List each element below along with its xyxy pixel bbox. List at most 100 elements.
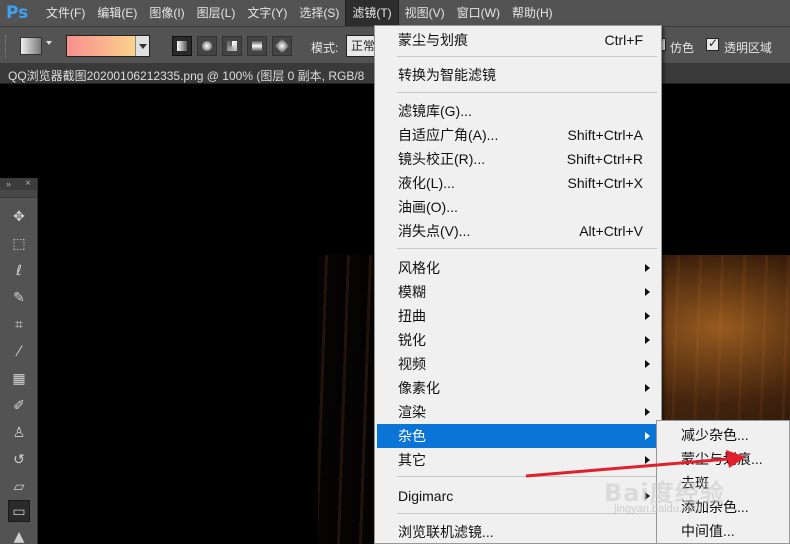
menu-view[interactable]: 视图(V): [399, 0, 451, 26]
menu-item-browse-filters-online[interactable]: 浏览联机滤镜...: [377, 520, 659, 544]
menu-select[interactable]: 选择(S): [293, 0, 345, 26]
submenu-arrow-icon: [645, 432, 650, 440]
menu-help[interactable]: 帮助(H): [506, 0, 559, 26]
transparency-label: 透明区域: [724, 41, 773, 55]
menu-separator: [397, 92, 657, 93]
submenu-item-label: 中间值...: [681, 523, 735, 539]
stamp-icon[interactable]: ♙: [8, 422, 30, 444]
menu-item-last-filter[interactable]: 蒙尘与划痕 Ctrl+F: [377, 28, 659, 52]
menu-item-label: 像素化: [398, 380, 440, 396]
submenu-arrow-icon: [645, 408, 650, 416]
menu-item-label: 消失点(V)...: [398, 223, 471, 239]
menu-item-liquify[interactable]: 液化(L)... Shift+Ctrl+X: [377, 171, 659, 195]
close-icon[interactable]: ×: [25, 178, 31, 189]
diamond-gradient-button[interactable]: [272, 36, 292, 56]
tool-preset-picker[interactable]: [20, 37, 42, 55]
marquee-icon[interactable]: ⬚: [8, 233, 30, 255]
submenu-item-reduce-noise[interactable]: 减少杂色...: [659, 423, 787, 447]
submenu-arrow-icon: [645, 360, 650, 368]
gradient-dropdown-button[interactable]: [135, 36, 149, 56]
filter-menu: 蒙尘与划痕 Ctrl+F 转换为智能滤镜 滤镜库(G)... 自适应广角(A)..…: [374, 25, 662, 544]
angle-gradient-button[interactable]: [222, 36, 242, 56]
menu-item-filter-gallery[interactable]: 滤镜库(G)...: [377, 99, 659, 123]
submenu-item-label: 减少杂色...: [681, 427, 749, 443]
menu-bar: Ps 文件(F) 编辑(E) 图像(I) 图层(L) 文字(Y) 选择(S) 滤…: [0, 0, 790, 26]
submenu-arrow-icon: [645, 456, 650, 464]
menu-item-label: Digimarc: [398, 488, 454, 504]
menu-item-render[interactable]: 渲染: [377, 400, 659, 424]
photoshop-logo: Ps: [6, 3, 29, 23]
menu-item-label: 扭曲: [398, 308, 426, 324]
eyedropper-icon[interactable]: ⁄: [8, 341, 30, 363]
history-brush-icon[interactable]: ↺: [8, 449, 30, 471]
lasso-icon[interactable]: ℓ: [8, 260, 30, 282]
mode-label: 模式:: [311, 41, 339, 55]
submenu-arrow-icon: [645, 312, 650, 320]
reflected-gradient-button[interactable]: [247, 36, 267, 56]
menu-item-label: 视频: [398, 356, 426, 372]
menu-item-label: 滤镜库(G)...: [398, 103, 472, 119]
menu-layer[interactable]: 图层(L): [191, 0, 242, 26]
transparency-checkbox[interactable]: [706, 36, 719, 51]
menu-item-adaptive-wide-angle[interactable]: 自适应广角(A)... Shift+Ctrl+A: [377, 123, 659, 147]
menu-separator: [397, 248, 657, 249]
menu-type[interactable]: 文字(Y): [241, 0, 293, 26]
menu-item-noise[interactable]: 杂色: [377, 424, 659, 448]
menu-item-other[interactable]: 其它: [377, 448, 659, 472]
submenu-arrow-icon: [645, 288, 650, 296]
menu-item-shortcut: Shift+Ctrl+X: [567, 175, 643, 191]
menu-item-label: 液化(L)...: [398, 175, 455, 191]
radial-gradient-button[interactable]: [197, 36, 217, 56]
blur-icon[interactable]: ▲: [8, 526, 30, 544]
eraser-icon[interactable]: ▱: [8, 476, 30, 498]
menu-item-sharpen[interactable]: 锐化: [377, 328, 659, 352]
menu-image[interactable]: 图像(I): [143, 0, 190, 26]
tools-grip[interactable]: [0, 190, 37, 198]
menu-separator: [397, 56, 657, 57]
submenu-arrow-icon: [645, 264, 650, 272]
menu-item-convert-smart-filter[interactable]: 转换为智能滤镜: [377, 63, 659, 87]
menu-item-video[interactable]: 视频: [377, 352, 659, 376]
menu-item-stylize[interactable]: 风格化: [377, 256, 659, 280]
menu-item-label: 自适应广角(A)...: [398, 127, 499, 143]
healing-icon[interactable]: ▦: [8, 368, 30, 390]
menu-filter[interactable]: 滤镜(T): [345, 0, 399, 26]
menu-item-vanishing-point[interactable]: 消失点(V)... Alt+Ctrl+V: [377, 219, 659, 243]
menu-edit[interactable]: 编辑(E): [91, 0, 143, 26]
menu-item-label: 油画(O)...: [398, 199, 458, 215]
menu-item-shortcut: Ctrl+F: [604, 32, 644, 48]
chevron-down-icon[interactable]: [46, 41, 52, 45]
menu-item-label: 模糊: [398, 284, 426, 300]
submenu-arrow-icon: [645, 336, 650, 344]
submenu-item-median[interactable]: 中间值...: [659, 519, 787, 543]
tools-panel: » × ✥ ⬚ ℓ ✎ ⌗ ⁄ ▦ ✐ ♙ ↺ ▱ ▭ ▲: [0, 178, 38, 544]
menu-window[interactable]: 窗口(W): [451, 0, 506, 26]
collapse-icon[interactable]: »: [6, 179, 11, 189]
gradient-icon[interactable]: ▭: [8, 500, 30, 522]
brush-icon[interactable]: ✐: [8, 395, 30, 417]
menu-item-distort[interactable]: 扭曲: [377, 304, 659, 328]
gradient-picker[interactable]: [66, 35, 150, 57]
menu-item-shortcut: Shift+Ctrl+A: [567, 127, 643, 143]
options-grip[interactable]: [5, 35, 8, 57]
menu-item-label: 渲染: [398, 404, 426, 420]
menu-item-label: 杂色: [398, 428, 426, 444]
submenu-item-dust-scratches[interactable]: 蒙尘与划痕...: [659, 447, 787, 471]
crop-icon[interactable]: ⌗: [8, 314, 30, 336]
menu-item-blur[interactable]: 模糊: [377, 280, 659, 304]
linear-gradient-button[interactable]: [172, 36, 192, 56]
mode-select[interactable]: 正常: [346, 35, 376, 57]
menu-item-shortcut: Shift+Ctrl+R: [566, 151, 643, 167]
menu-item-label: 转换为智能滤镜: [398, 67, 496, 83]
tools-panel-header[interactable]: » ×: [0, 178, 37, 190]
menu-item-label: 浏览联机滤镜...: [398, 524, 494, 540]
submenu-arrow-icon: [645, 384, 650, 392]
menu-item-oil-paint[interactable]: 油画(O)...: [377, 195, 659, 219]
dither-label: 仿色: [670, 41, 695, 55]
quick-select-icon[interactable]: ✎: [8, 287, 30, 309]
watermark-url: jingyan.baidu.com: [614, 503, 703, 515]
move-icon[interactable]: ✥: [8, 206, 30, 228]
menu-item-lens-correction[interactable]: 镜头校正(R)... Shift+Ctrl+R: [377, 147, 659, 171]
menu-file[interactable]: 文件(F): [40, 0, 91, 26]
menu-item-pixelate[interactable]: 像素化: [377, 376, 659, 400]
